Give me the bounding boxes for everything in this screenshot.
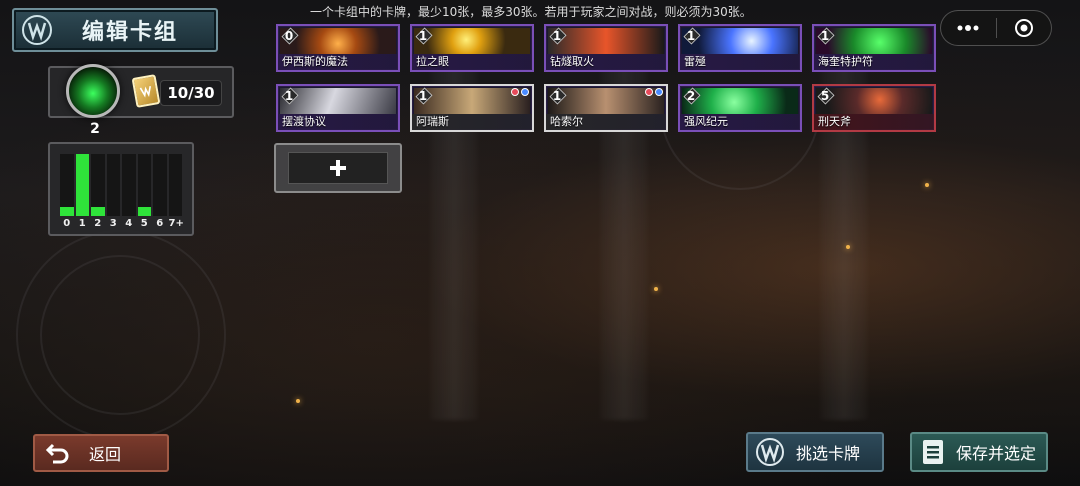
target-circle-icon [1014,19,1033,37]
deck-card[interactable]: 2 强风纪元 [678,84,802,132]
mana-curve-bar [75,154,89,216]
deck-emblem-icon [18,11,56,49]
deck-emblem-icon [756,438,784,466]
card-name: 钻燧取火 [550,55,594,68]
card-name: 雷殛 [684,55,706,68]
hero-avatar[interactable] [66,64,120,118]
deck-card[interactable]: 1 海奎特护符 [812,24,936,72]
card-name: 海奎特护符 [818,55,873,68]
close-miniprogram-button[interactable] [997,11,1052,45]
mana-curve-label: 1 [78,218,86,229]
card-name: 摆渡协议 [282,115,326,128]
mana-curve-label: 5 [140,218,148,229]
mana-curve-label: 2 [94,218,102,229]
deck-card[interactable]: 1 阿瑞斯 [410,84,534,132]
card-cost: 1 [280,86,298,106]
more-menu-button[interactable] [941,11,996,45]
mana-curve-label: 7+ [168,218,184,229]
mana-curve-bar [91,207,105,216]
mana-curve-column [168,154,182,216]
card-name: 刑天斧 [818,115,851,128]
card-count-icon [131,74,161,108]
card-cost: 2 [682,86,700,106]
more-dots-icon [957,25,979,31]
card-cost: 1 [548,86,566,106]
mana-curve-column [106,154,120,216]
add-card-button[interactable] [274,143,402,193]
card-name: 阿瑞斯 [416,115,449,128]
deck-card[interactable]: 1 钻燧取火 [544,24,668,72]
mana-curve-bars [60,154,184,216]
ember [296,399,300,403]
mana-curve-label: 3 [109,218,117,229]
ember [654,287,658,291]
deck-card[interactable]: 1 哈索尔 [544,84,668,132]
magic-circle-deco [40,255,200,415]
card-name: 强风纪元 [684,115,728,128]
deck-card[interactable]: 1 摆渡协议 [276,84,400,132]
card-cost: 1 [548,26,566,46]
mana-curve-column [91,154,105,216]
mana-curve-label: 6 [156,218,164,229]
deck-card[interactable]: 1 雷殛 [678,24,802,72]
gem-icon [645,88,653,96]
deck-rules-hint: 一个卡组中的卡牌，最少10张，最多30张。若用于玩家之间对战，则必须为30张。 [310,5,752,19]
card-name: 拉之眼 [416,55,449,68]
back-button[interactable]: 返回 [33,434,169,472]
gem-icon [511,88,519,96]
card-cost: 1 [414,86,432,106]
card-cost: 5 [816,86,834,106]
add-card-slot [288,152,388,184]
mana-curve-label: 0 [63,218,71,229]
filter-cards-label: 挑选卡牌 [796,444,861,463]
ember [925,183,929,187]
filter-cards-button[interactable]: 挑选卡牌 [746,432,884,472]
mana-curve-label: 4 [125,218,133,229]
card-cost: 1 [816,26,834,46]
card-name: 哈索尔 [550,115,583,128]
card-cost: 0 [280,26,298,46]
mana-curve-column [60,154,74,216]
back-button-label: 返回 [89,445,122,464]
mana-curve-column [122,154,136,216]
miniprogram-capsule [940,10,1052,46]
mana-curve-panel: 0 1 2 3 4 5 6 7+ [48,142,194,236]
deck-card[interactable]: 5 刑天斧 [812,84,936,132]
mana-curve-column [75,154,89,216]
gem-icon [521,88,529,96]
deck-card[interactable]: 1 拉之眼 [410,24,534,72]
mana-curve-bar [137,207,151,216]
title-plate: 编辑卡组 [12,8,218,52]
return-arrow-icon [45,443,69,464]
card-cost: 1 [414,26,432,46]
mana-curve-bar [60,207,74,216]
card-gems [511,88,529,96]
page-title: 编辑卡组 [82,20,179,45]
deck-card-count: 10/30 [160,80,222,106]
mana-curve-column [137,154,151,216]
gem-icon [655,88,663,96]
save-and-select-button[interactable]: 保存并选定 [910,432,1048,472]
ember [846,245,850,249]
mana-curve-labels: 0 1 2 3 4 5 6 7+ [60,218,184,229]
card-name: 伊西斯的魔法 [282,55,348,68]
list-document-icon [923,440,943,464]
card-gems [645,88,663,96]
plus-icon [330,160,346,176]
deck-card[interactable]: 0 伊西斯的魔法 [276,24,400,72]
card-cost: 1 [682,26,700,46]
save-and-select-label: 保存并选定 [956,444,1037,463]
hero-level-badge: 2 [82,116,108,142]
mana-curve-column [153,154,167,216]
